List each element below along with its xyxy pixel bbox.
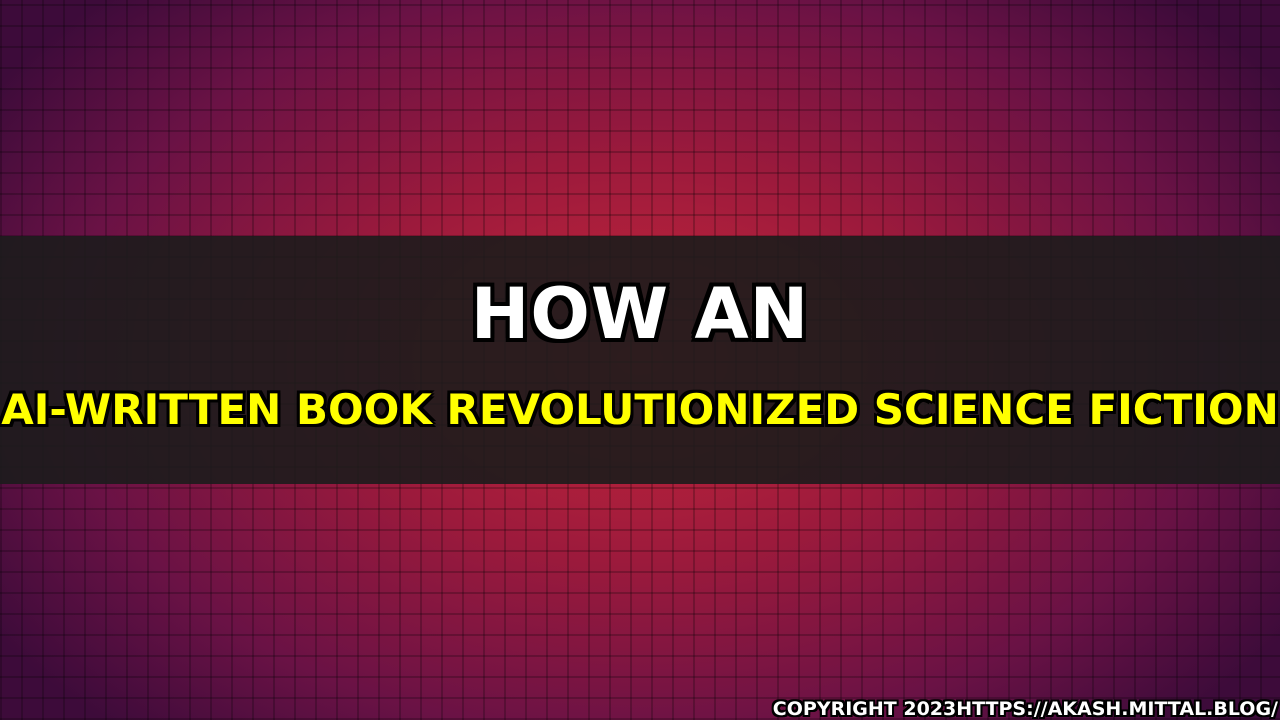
title-line-1: HOW AN [470, 273, 810, 355]
copyright-text: COPYRIGHT 2023HTTPS://AKASH.MITTAL.BLOG/ [772, 698, 1278, 720]
title-line-2: AI-WRITTEN BOOK REVOLUTIONIZED SCIENCE F… [1, 385, 1279, 434]
